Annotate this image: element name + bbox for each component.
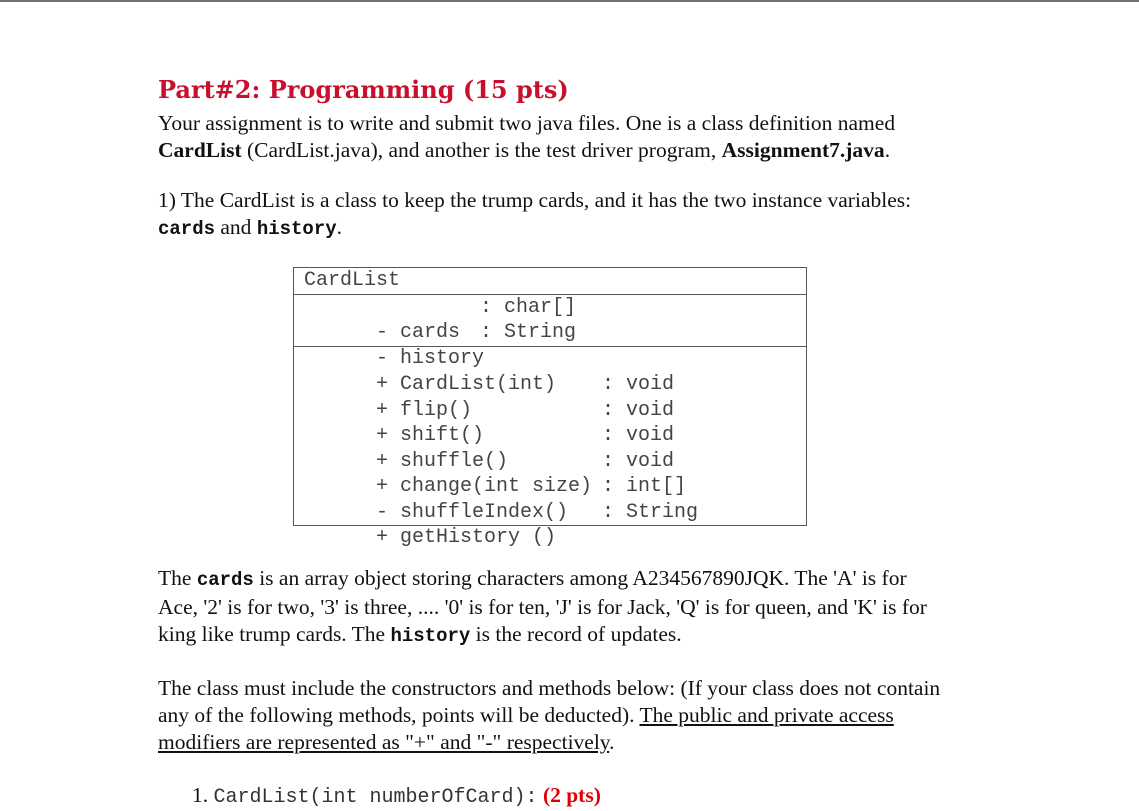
uml-method-row: + shuffle() : void <box>304 423 806 473</box>
class-name-text: CardList <box>158 138 242 162</box>
intro-line1: Your assignment is to write and submit t… <box>158 111 896 135</box>
method-list-item: 1. CardList(int numberOfCard): (2 pts) <box>158 782 988 811</box>
constructor-signature: CardList(int numberOfCard): <box>213 786 538 809</box>
uml-method-row: + flip() : void <box>304 372 806 422</box>
uml-method-type: : void <box>602 449 675 473</box>
uml-class-name-section: CardList <box>294 268 806 294</box>
class-line2-plain: any of the following methods, points wil… <box>158 703 640 727</box>
cards-pre: The <box>158 566 197 590</box>
cards-line3-end: is the record of updates. <box>470 622 682 646</box>
uml-class-diagram: CardList - cards : char[] - history : St… <box>293 267 807 550</box>
uml-method-row: + change(int size) : void <box>304 449 806 499</box>
intro-line2-end: . <box>884 138 891 162</box>
uml-attribute-row: - cards : char[] <box>304 295 806 345</box>
uml-method-name: + getHistory () <box>376 526 557 549</box>
uml-method-row: + shift() : void <box>304 398 806 448</box>
item1-end: . <box>336 215 343 239</box>
cards-var-inline: cards <box>196 569 254 591</box>
uml-class-name: CardList <box>304 269 401 292</box>
history-var-inline: history <box>390 625 471 647</box>
list-number: 1. <box>192 783 209 807</box>
cards-description: The cards is an array object storing cha… <box>158 565 988 650</box>
history-var: history <box>256 218 337 240</box>
item1-and: and <box>215 215 257 239</box>
uml-method-type: : void <box>602 373 675 396</box>
points-label: (2 pts) <box>542 783 601 807</box>
class-line3-underlined: modifiers are represented as "+" and "-"… <box>158 730 610 754</box>
top-border <box>0 0 1139 2</box>
intro-line2-mid: (CardList.java), and another is the test… <box>241 138 722 162</box>
uml-method-row: - shuffleIndex() : int[] <box>304 474 806 524</box>
cards-var: cards <box>158 218 216 240</box>
cards-line2: Ace, '2' is for two, '3' is three, .... … <box>158 595 927 619</box>
uml-method-type: : void <box>602 424 675 447</box>
class-line2-underlined: The public and private access <box>639 703 894 727</box>
uml-methods-section: + CardList(int) + flip() : void + shift(… <box>294 345 806 550</box>
uml-attributes-section: - cards : char[] - history : String <box>294 293 806 370</box>
uml-method-type: : void <box>602 398 675 422</box>
uml-method-row: + CardList(int) <box>304 347 806 396</box>
uml-method-type: : int[] <box>602 475 687 498</box>
uml-attribute-type: : String <box>480 321 577 344</box>
part-heading: Part#2: Programming (15 pts) <box>158 75 569 104</box>
uml-attribute-type: : char[] <box>480 295 577 319</box>
class-line1: The class must include the constructors … <box>158 676 941 700</box>
uml-attribute-row: - history : String <box>304 320 806 370</box>
class-line3-end: . <box>609 730 615 754</box>
item1-text: 1) The CardList is a class to keep the t… <box>158 188 912 212</box>
instance-vars-paragraph: 1) The CardList is a class to keep the t… <box>158 187 988 243</box>
uml-method-row: + getHistory () : String <box>304 500 806 550</box>
cards-line3-pre: king like trump cards. The <box>158 622 391 646</box>
intro-paragraph: Your assignment is to write and submit t… <box>158 110 988 164</box>
uml-method-type: : String <box>602 500 699 524</box>
class-requirements: The class must include the constructors … <box>158 675 988 756</box>
driver-name-text: Assignment7.java <box>721 138 885 162</box>
